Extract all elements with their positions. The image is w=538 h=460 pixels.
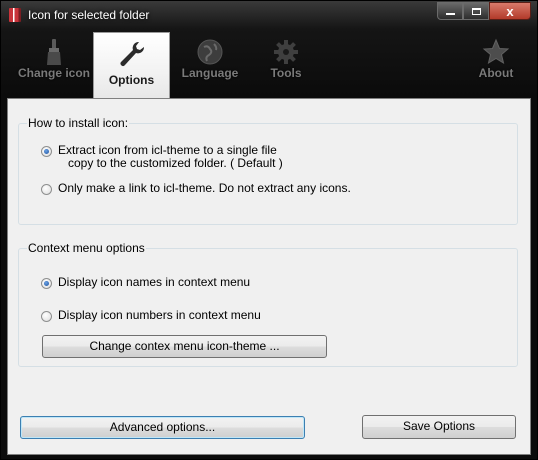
- globe-icon: [197, 39, 223, 65]
- extract-icon-line2: copy to the customized folder. ( Default…: [68, 156, 283, 170]
- install-group-title: How to install icon:: [27, 116, 130, 130]
- tab-label: Options: [108, 73, 155, 87]
- title-bar[interactable]: Icon for selected folder x: [1, 1, 537, 29]
- link-only-label[interactable]: Only make a link to icl-theme. Do not ex…: [58, 182, 351, 195]
- extract-icon-option[interactable]: Extract icon from icl-theme to a single …: [41, 144, 283, 170]
- icon-names-radio[interactable]: [41, 278, 52, 289]
- tab-label: Change icon: [17, 66, 90, 80]
- options-panel: How to install icon: Extract icon from i…: [7, 98, 531, 455]
- link-only-option[interactable]: Only make a link to icl-theme. Do not ex…: [41, 182, 351, 195]
- tab-change-icon[interactable]: Change icon: [15, 29, 93, 97]
- extract-icon-line1: Extract icon from icl-theme to a single …: [58, 143, 277, 157]
- tab-options[interactable]: Options: [93, 32, 170, 102]
- wrench-icon: [120, 41, 144, 66]
- app-logo-icon: [9, 8, 21, 22]
- icon-names-label[interactable]: Display icon names in context menu: [58, 276, 250, 289]
- tab-language[interactable]: Language: [171, 29, 249, 97]
- change-theme-button[interactable]: Change contex menu icon-theme ...: [42, 335, 327, 358]
- install-group: How to install icon: Extract icon from i…: [18, 116, 518, 225]
- window-title: Icon for selected folder: [28, 8, 150, 22]
- minimize-button[interactable]: [437, 2, 463, 20]
- gear-icon: [274, 40, 298, 64]
- close-icon: x: [506, 3, 514, 19]
- link-only-radio[interactable]: [41, 184, 52, 195]
- tab-about[interactable]: About: [457, 29, 535, 97]
- close-button[interactable]: x: [489, 2, 531, 20]
- tab-label: Language: [181, 66, 239, 80]
- tab-label: About: [478, 66, 514, 80]
- minimize-icon: [445, 13, 455, 15]
- star-icon: [482, 38, 510, 65]
- extract-icon-radio[interactable]: [41, 146, 52, 157]
- maximize-button[interactable]: [463, 2, 489, 20]
- tab-tools[interactable]: Tools: [247, 29, 325, 97]
- context-menu-group: Context menu options Display icon names …: [18, 241, 518, 367]
- toolbar: Change icon Options Language Tools About: [1, 29, 537, 102]
- icon-numbers-option[interactable]: Display icon numbers in context menu: [41, 309, 261, 322]
- icon-numbers-label[interactable]: Display icon numbers in context menu: [58, 309, 261, 322]
- icon-names-option[interactable]: Display icon names in context menu: [41, 276, 250, 289]
- advanced-options-button[interactable]: Advanced options...: [20, 416, 305, 439]
- brush-icon: [47, 39, 61, 65]
- icon-numbers-radio[interactable]: [41, 311, 52, 322]
- save-options-button[interactable]: Save Options: [362, 415, 516, 439]
- tab-label: Tools: [270, 66, 302, 80]
- app-window: Icon for selected folder x Change icon O…: [0, 0, 538, 460]
- extract-icon-label[interactable]: Extract icon from icl-theme to a single …: [58, 144, 283, 170]
- caption-buttons: x: [437, 2, 531, 21]
- context-group-title: Context menu options: [27, 241, 146, 255]
- maximize-icon: [471, 7, 481, 15]
